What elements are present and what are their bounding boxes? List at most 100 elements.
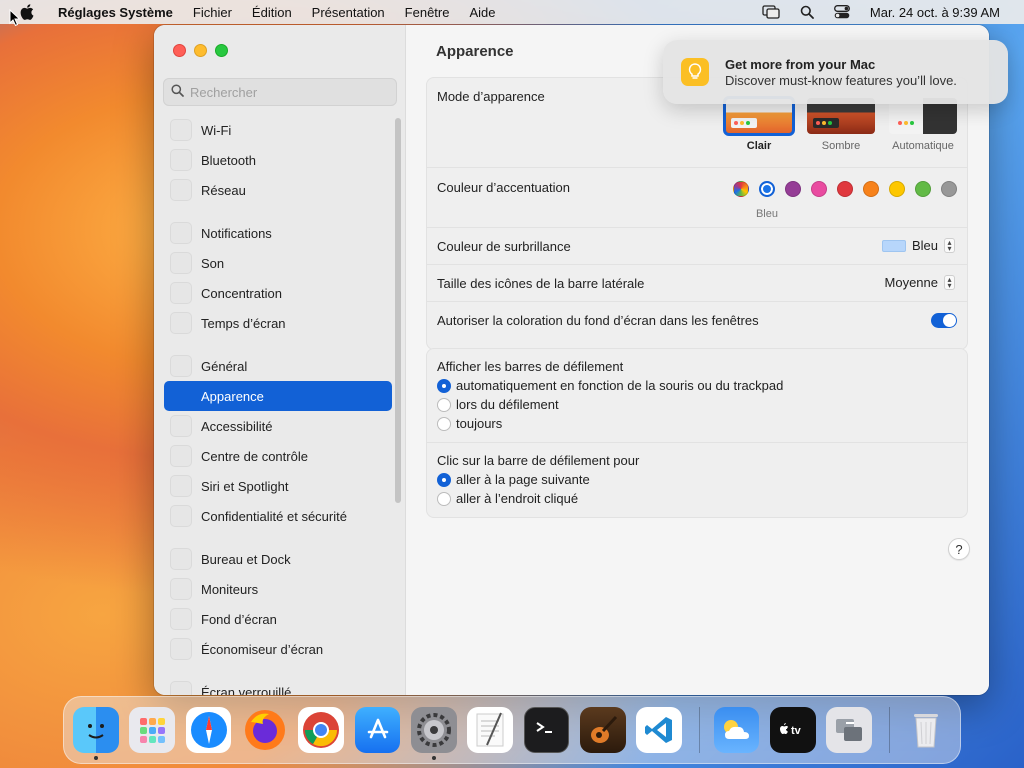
- sidebar-item-appearance[interactable]: Apparence: [164, 381, 392, 411]
- main-content: Apparence Mode d’apparence Clair Sombre: [406, 25, 989, 695]
- sidebar-item-sound[interactable]: Son: [164, 248, 392, 278]
- weather-icon[interactable]: [713, 707, 760, 753]
- appearance-option-light[interactable]: Clair: [723, 96, 795, 152]
- sidebar-item-general[interactable]: Général: [164, 351, 392, 381]
- show-scrollbars-label: Afficher les barres de défilement: [437, 359, 624, 374]
- svg-text:tv: tv: [791, 725, 802, 737]
- click-scrollbar-label: Clic sur la barre de défilement pour: [437, 453, 640, 468]
- search-field[interactable]: [163, 78, 397, 106]
- appearance-option-dark[interactable]: Sombre: [807, 98, 875, 152]
- accent-purple-swatch[interactable]: [785, 181, 801, 197]
- show-scrollbars-option-always[interactable]: toujours: [437, 416, 502, 431]
- radio-button[interactable]: [437, 472, 451, 487]
- sidebar-icon-size-popup[interactable]: Moyenne ▴ ▾: [885, 275, 955, 290]
- show-scrollbars-option-scrolling[interactable]: lors du défilement: [437, 397, 559, 412]
- appearance-icon: [170, 385, 192, 407]
- accent-red-swatch[interactable]: [837, 181, 853, 197]
- highlight-color-popup[interactable]: Bleu ▴ ▾: [881, 238, 955, 253]
- zoom-window-button[interactable]: [215, 44, 228, 57]
- launchpad-icon[interactable]: [129, 707, 176, 753]
- search-input[interactable]: [190, 84, 380, 100]
- sidebar-item-notifications[interactable]: Notifications: [164, 218, 392, 248]
- menubar-clock[interactable]: Mar. 24 oct. à 9:39 AM: [862, 5, 1008, 20]
- accent-blue-swatch[interactable]: [759, 181, 775, 197]
- sidebar-item-focus[interactable]: Concentration: [164, 278, 392, 308]
- system-settings-icon[interactable]: [410, 707, 457, 760]
- vscode-icon[interactable]: [636, 707, 683, 753]
- app-store-icon[interactable]: [354, 707, 401, 753]
- notification-banner[interactable]: Get more from your Mac Discover must-kno…: [663, 40, 1008, 104]
- click-scrollbar-option-clicked-spot[interactable]: aller à l’endroit cliqué: [437, 491, 578, 506]
- safari-icon[interactable]: [185, 707, 232, 753]
- menu-fichier[interactable]: Fichier: [183, 5, 242, 20]
- wallpaper-icon: [170, 608, 192, 630]
- sidebar-item-label: Réseau: [201, 182, 246, 198]
- notification-title: Get more from your Mac: [725, 56, 876, 72]
- menu-presentation[interactable]: Présentation: [302, 5, 395, 20]
- migration-assistant-icon[interactable]: [826, 707, 873, 753]
- radio-label: lors du défilement: [456, 397, 559, 412]
- appearance-option-label: Sombre: [821, 140, 861, 152]
- radio-button[interactable]: [437, 397, 451, 412]
- apple-tv-icon[interactable]: tv: [769, 707, 816, 753]
- menu-edition[interactable]: Édition: [242, 5, 302, 20]
- sidebar-item-control-center[interactable]: Centre de contrôle: [164, 441, 392, 471]
- sidebar-item-label: Wi-Fi: [201, 122, 232, 138]
- sidebar-item-label: Siri et Spotlight: [201, 478, 289, 494]
- sidebar-item-label: Temps d’écran: [201, 315, 286, 331]
- click-scrollbar-option-next-page[interactable]: aller à la page suivante: [437, 472, 590, 487]
- sidebar-item-desktop-dock[interactable]: Bureau et Dock: [164, 544, 392, 574]
- sidebar-item-label: Bureau et Dock: [201, 551, 291, 567]
- garageband-icon[interactable]: [579, 707, 626, 753]
- appearance-option-auto[interactable]: Automatique: [889, 98, 957, 152]
- radio-label: aller à la page suivante: [456, 472, 590, 487]
- highlight-color-chip: [881, 239, 906, 252]
- sidebar-item-privacy-security[interactable]: Confidentialité et sécurité: [164, 501, 392, 531]
- chrome-icon[interactable]: [298, 707, 345, 753]
- accent-graphite-swatch[interactable]: [941, 181, 957, 197]
- sidebar-item-network[interactable]: Réseau: [164, 175, 392, 205]
- finder-icon[interactable]: [73, 707, 119, 760]
- sidebar-scrollbar[interactable]: [395, 118, 401, 503]
- running-indicator: [94, 756, 98, 760]
- menu-aide[interactable]: Aide: [459, 5, 505, 20]
- sidebar: Wi-Fi Bluetooth Réseau Notifications Son…: [154, 25, 406, 695]
- accent-orange-swatch[interactable]: [863, 181, 879, 197]
- sidebar-item-screen-time[interactable]: Temps d’écran: [164, 308, 392, 338]
- accent-pink-swatch[interactable]: [811, 181, 827, 197]
- minimize-window-button[interactable]: [194, 44, 207, 57]
- sidebar-item-accessibility[interactable]: Accessibilité: [164, 411, 392, 441]
- sidebar-item-wifi[interactable]: Wi-Fi: [164, 115, 392, 145]
- terminal-icon[interactable]: [523, 707, 570, 753]
- accent-green-swatch[interactable]: [915, 181, 931, 197]
- trash-icon[interactable]: [904, 707, 950, 753]
- accent-swatches: [733, 181, 957, 197]
- screen-mirroring-icon[interactable]: [754, 5, 788, 19]
- radio-button[interactable]: [437, 416, 451, 431]
- wallpaper-tinting-toggle[interactable]: [931, 313, 957, 328]
- accent-yellow-swatch[interactable]: [889, 181, 905, 197]
- sidebar-item-wallpaper[interactable]: Fond d’écran: [164, 604, 392, 634]
- show-scrollbars-option-auto[interactable]: automatiquement en fonction de la souris…: [437, 378, 783, 393]
- sidebar-item-displays[interactable]: Moniteurs: [164, 574, 392, 604]
- sidebar-item-lock-screen[interactable]: Écran verrouillé: [164, 677, 392, 695]
- control-center-icon[interactable]: [826, 5, 858, 19]
- sidebar-item-siri-spotlight[interactable]: Siri et Spotlight: [164, 471, 392, 501]
- sidebar-item-screensaver[interactable]: Économiseur d’écran: [164, 634, 392, 664]
- help-button[interactable]: ?: [948, 538, 970, 560]
- close-window-button[interactable]: [173, 44, 186, 57]
- radio-label: automatiquement en fonction de la souris…: [456, 378, 784, 393]
- siri-icon: [170, 475, 192, 497]
- spotlight-search-icon[interactable]: [792, 5, 822, 19]
- firefox-icon[interactable]: [242, 707, 288, 753]
- menu-fenetre[interactable]: Fenêtre: [395, 5, 460, 20]
- accent-multicolor-swatch[interactable]: [733, 181, 749, 197]
- radio-button[interactable]: [437, 378, 451, 393]
- menu-app-name[interactable]: Réglages Système: [48, 5, 183, 20]
- focus-icon: [170, 282, 192, 304]
- textedit-icon[interactable]: [467, 707, 514, 753]
- radio-button[interactable]: [437, 491, 451, 506]
- screen-time-icon: [170, 312, 192, 334]
- chevron-updown-icon: ▴ ▾: [944, 238, 955, 253]
- sidebar-item-bluetooth[interactable]: Bluetooth: [164, 145, 392, 175]
